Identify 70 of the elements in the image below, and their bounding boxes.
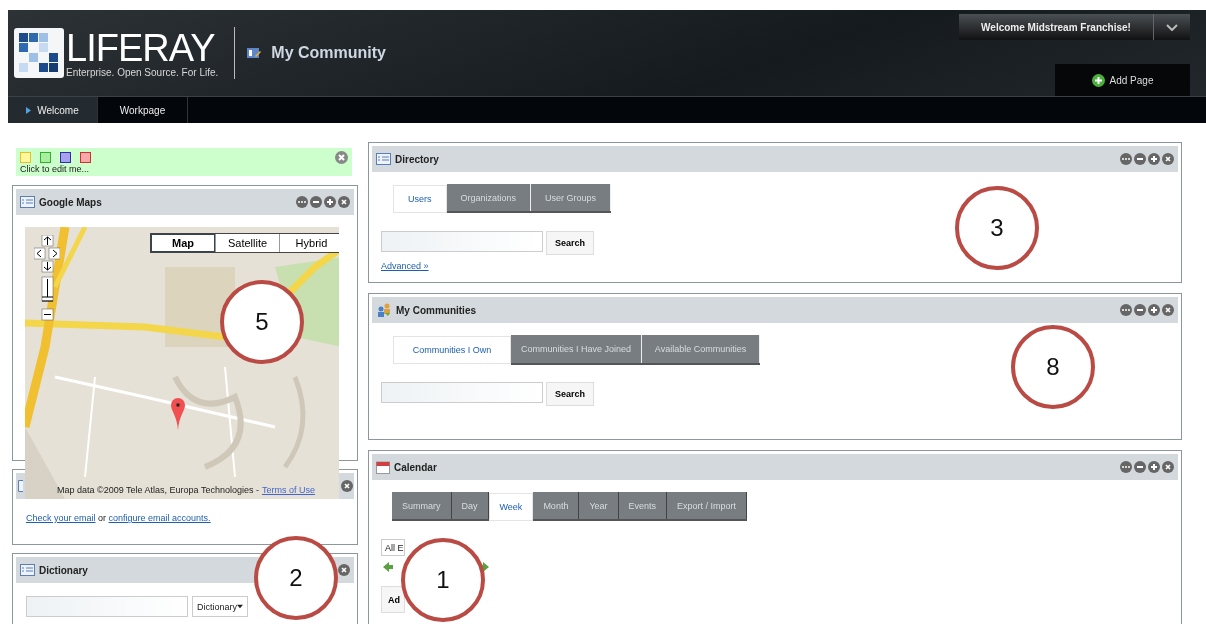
search-button[interactable]: Search — [546, 231, 594, 255]
add-page-button[interactable]: Add Page — [1055, 64, 1190, 97]
settings-icon[interactable] — [1120, 304, 1132, 316]
portlet-title: Directory — [395, 153, 439, 165]
tagline: Enterprise. Open Source. For Life. — [66, 66, 219, 78]
plus-icon — [1091, 73, 1105, 87]
caret-icon — [237, 604, 243, 609]
settings-icon[interactable] — [1120, 153, 1132, 165]
minimize-icon[interactable] — [1134, 461, 1146, 473]
settings-icon[interactable] — [296, 196, 308, 208]
list-icon — [20, 564, 35, 576]
maximize-icon[interactable] — [324, 196, 336, 208]
advanced-link[interactable]: Advanced » — [381, 261, 429, 271]
portlet-title: Dictionary — [39, 564, 88, 576]
close-icon[interactable] — [1162, 304, 1174, 316]
close-icon[interactable] — [338, 196, 350, 208]
chevron-icon — [1166, 23, 1178, 31]
map-attribution: Map data ©2009 Tele Atlas, Europa Technologies - — [57, 485, 259, 495]
arrow-icon — [26, 106, 32, 114]
tab[interactable]: Users — [393, 185, 447, 213]
list-icon — [18, 480, 23, 492]
minimize-icon[interactable] — [1134, 304, 1146, 316]
terms-link[interactable]: Terms of Use — [261, 485, 315, 495]
settings-icon[interactable] — [1120, 461, 1132, 473]
note-text: Click to edit me... — [20, 164, 91, 174]
close-icon[interactable] — [338, 564, 350, 576]
community-title: My Community — [271, 44, 386, 63]
brand-name: LIFERAY — [66, 28, 215, 67]
close-icon[interactable] — [335, 151, 348, 164]
mail-message: Check your email or configure email accounts. — [26, 513, 212, 523]
calendar-icon — [376, 460, 390, 474]
portlet-title: Google Maps — [39, 196, 102, 208]
logo-icon — [14, 28, 64, 79]
tab[interactable]: Communities I Own — [393, 336, 511, 364]
minimize-icon[interactable] — [310, 196, 322, 208]
check-email-link[interactable]: Check your email — [26, 513, 96, 523]
search-button[interactable]: Search — [546, 382, 594, 406]
portlet-title: Calendar — [394, 461, 437, 473]
dictionary-select[interactable]: Dictionary — [192, 596, 248, 617]
user-menu-button[interactable]: Welcome Midstream Franchise! — [959, 14, 1153, 40]
configure-email-link[interactable]: configure email accounts. — [108, 513, 211, 523]
map-type-button[interactable]: Map — [151, 234, 215, 252]
sticky-note[interactable]: Click to edit me... — [16, 148, 352, 176]
add-event-button[interactable]: Ad — [381, 586, 405, 613]
community-icon — [247, 47, 262, 60]
maximize-icon[interactable] — [1148, 461, 1160, 473]
map-type-button[interactable]: Hybrid — [279, 234, 339, 252]
maximize-icon[interactable] — [1148, 304, 1160, 316]
map-type-button[interactable]: Satellite — [215, 234, 279, 252]
close-icon[interactable] — [341, 480, 353, 492]
search-field[interactable] — [381, 231, 543, 252]
color-swatch[interactable] — [60, 152, 71, 163]
nav-tab[interactable]: Welcome — [8, 97, 98, 123]
tab[interactable]: Week — [488, 493, 534, 521]
close-icon[interactable] — [1162, 461, 1174, 473]
maximize-icon[interactable] — [1148, 153, 1160, 165]
close-icon[interactable] — [1162, 153, 1174, 165]
dropdown-button[interactable] — [1153, 14, 1190, 40]
people-icon — [376, 303, 392, 317]
dictionary-input-field[interactable] — [26, 596, 188, 617]
calendar-select[interactable]: All E — [381, 539, 405, 556]
portlet-title: My Communities — [396, 304, 476, 316]
previous-icon[interactable] — [383, 562, 393, 572]
search-field[interactable] — [381, 382, 543, 403]
color-swatch[interactable] — [40, 152, 51, 163]
color-swatch[interactable] — [80, 152, 91, 163]
list-icon — [20, 196, 35, 208]
list-icon — [376, 153, 391, 165]
minimize-icon[interactable] — [1134, 153, 1146, 165]
map-pin-icon — [171, 398, 185, 430]
